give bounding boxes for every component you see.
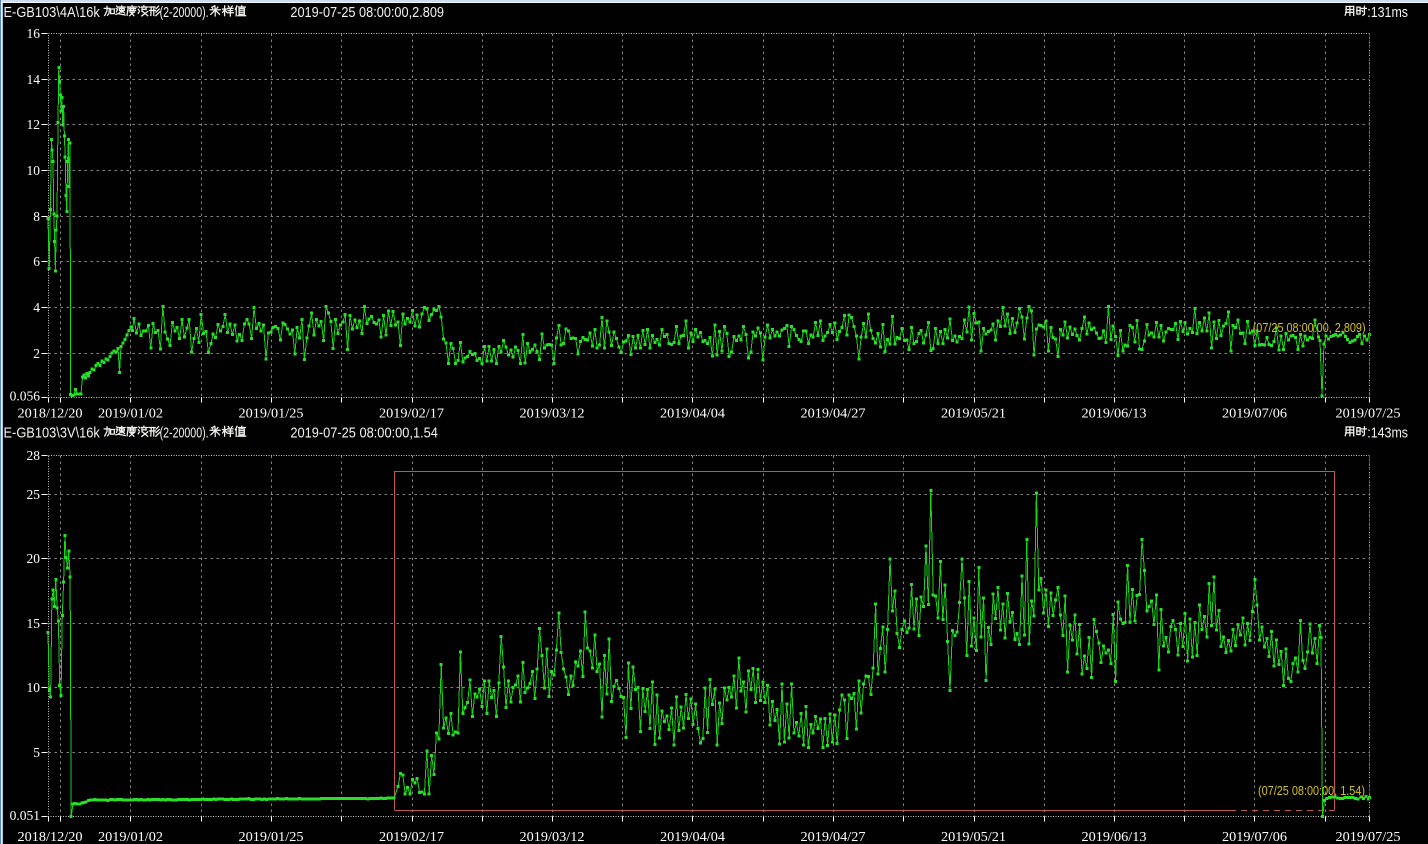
- svg-text:2019-07-25 08:00:00,1.54: 2019-07-25 08:00:00,1.54: [290, 425, 438, 441]
- svg-text:2019/01/02: 2019/01/02: [98, 830, 163, 844]
- svg-text:8: 8: [33, 209, 40, 224]
- svg-text:2019/05/21: 2019/05/21: [941, 830, 1006, 844]
- svg-text:2019/06/13: 2019/06/13: [1082, 407, 1147, 422]
- svg-text:15: 15: [27, 616, 41, 631]
- svg-text:2019/04/27: 2019/04/27: [801, 407, 866, 422]
- svg-text:E-GB103\4A\16k: E-GB103\4A\16k: [4, 5, 101, 21]
- svg-text:5: 5: [33, 745, 40, 760]
- svg-text:14: 14: [27, 72, 41, 87]
- svg-text:2019/02/17: 2019/02/17: [379, 830, 444, 844]
- svg-text:2019/07/06: 2019/07/06: [1222, 830, 1287, 844]
- svg-text::143ms: :143ms: [1367, 425, 1408, 441]
- svg-text:25: 25: [27, 487, 41, 502]
- svg-text:6: 6: [33, 254, 40, 269]
- svg-text:0.051: 0.051: [10, 808, 40, 823]
- svg-text:2019/06/13: 2019/06/13: [1082, 830, 1147, 844]
- svg-text:28: 28: [27, 448, 41, 463]
- svg-text:2019/01/25: 2019/01/25: [239, 830, 304, 844]
- svg-text:12: 12: [27, 117, 41, 132]
- svg-text:(07/25 08:00:00, 2.809): (07/25 08:00:00, 2.809): [1253, 320, 1366, 335]
- svg-text:2019-07-25 08:00:00,2.809: 2019-07-25 08:00:00,2.809: [290, 5, 444, 21]
- svg-text:(07/25 08:00:00, 1.54): (07/25 08:00:00, 1.54): [1258, 783, 1365, 798]
- svg-text:2019/04/04: 2019/04/04: [660, 830, 725, 844]
- svg-text:2019/05/21: 2019/05/21: [941, 407, 1006, 422]
- svg-text:2019/07/25: 2019/07/25: [1336, 407, 1401, 422]
- svg-text:2019/07/25: 2019/07/25: [1336, 830, 1401, 844]
- svg-text:2019/03/12: 2019/03/12: [520, 407, 585, 422]
- svg-text:16: 16: [27, 26, 41, 41]
- svg-text:2019/04/04: 2019/04/04: [660, 407, 725, 422]
- svg-text:(2-20000).: (2-20000).: [160, 5, 209, 21]
- svg-text:0.056: 0.056: [10, 389, 41, 404]
- svg-text:2019/04/27: 2019/04/27: [801, 830, 866, 844]
- svg-text:4: 4: [33, 300, 40, 315]
- svg-text:20: 20: [27, 551, 41, 566]
- svg-text:2019/07/06: 2019/07/06: [1222, 407, 1287, 422]
- svg-text:2019/02/17: 2019/02/17: [379, 407, 444, 422]
- svg-text:2019/01/25: 2019/01/25: [239, 407, 304, 422]
- svg-text:E-GB103\3V\16k: E-GB103\3V\16k: [4, 425, 101, 441]
- svg-text:2018/12/20: 2018/12/20: [18, 407, 83, 422]
- svg-text:2: 2: [33, 346, 40, 361]
- svg-text:10: 10: [27, 163, 41, 178]
- svg-text::131ms: :131ms: [1367, 5, 1408, 21]
- svg-text:2019/01/02: 2019/01/02: [98, 407, 163, 422]
- svg-text:2018/12/20: 2018/12/20: [18, 830, 83, 844]
- svg-text:(2-20000).: (2-20000).: [160, 425, 209, 441]
- svg-text:2019/03/12: 2019/03/12: [520, 830, 585, 844]
- svg-text:10: 10: [27, 680, 41, 695]
